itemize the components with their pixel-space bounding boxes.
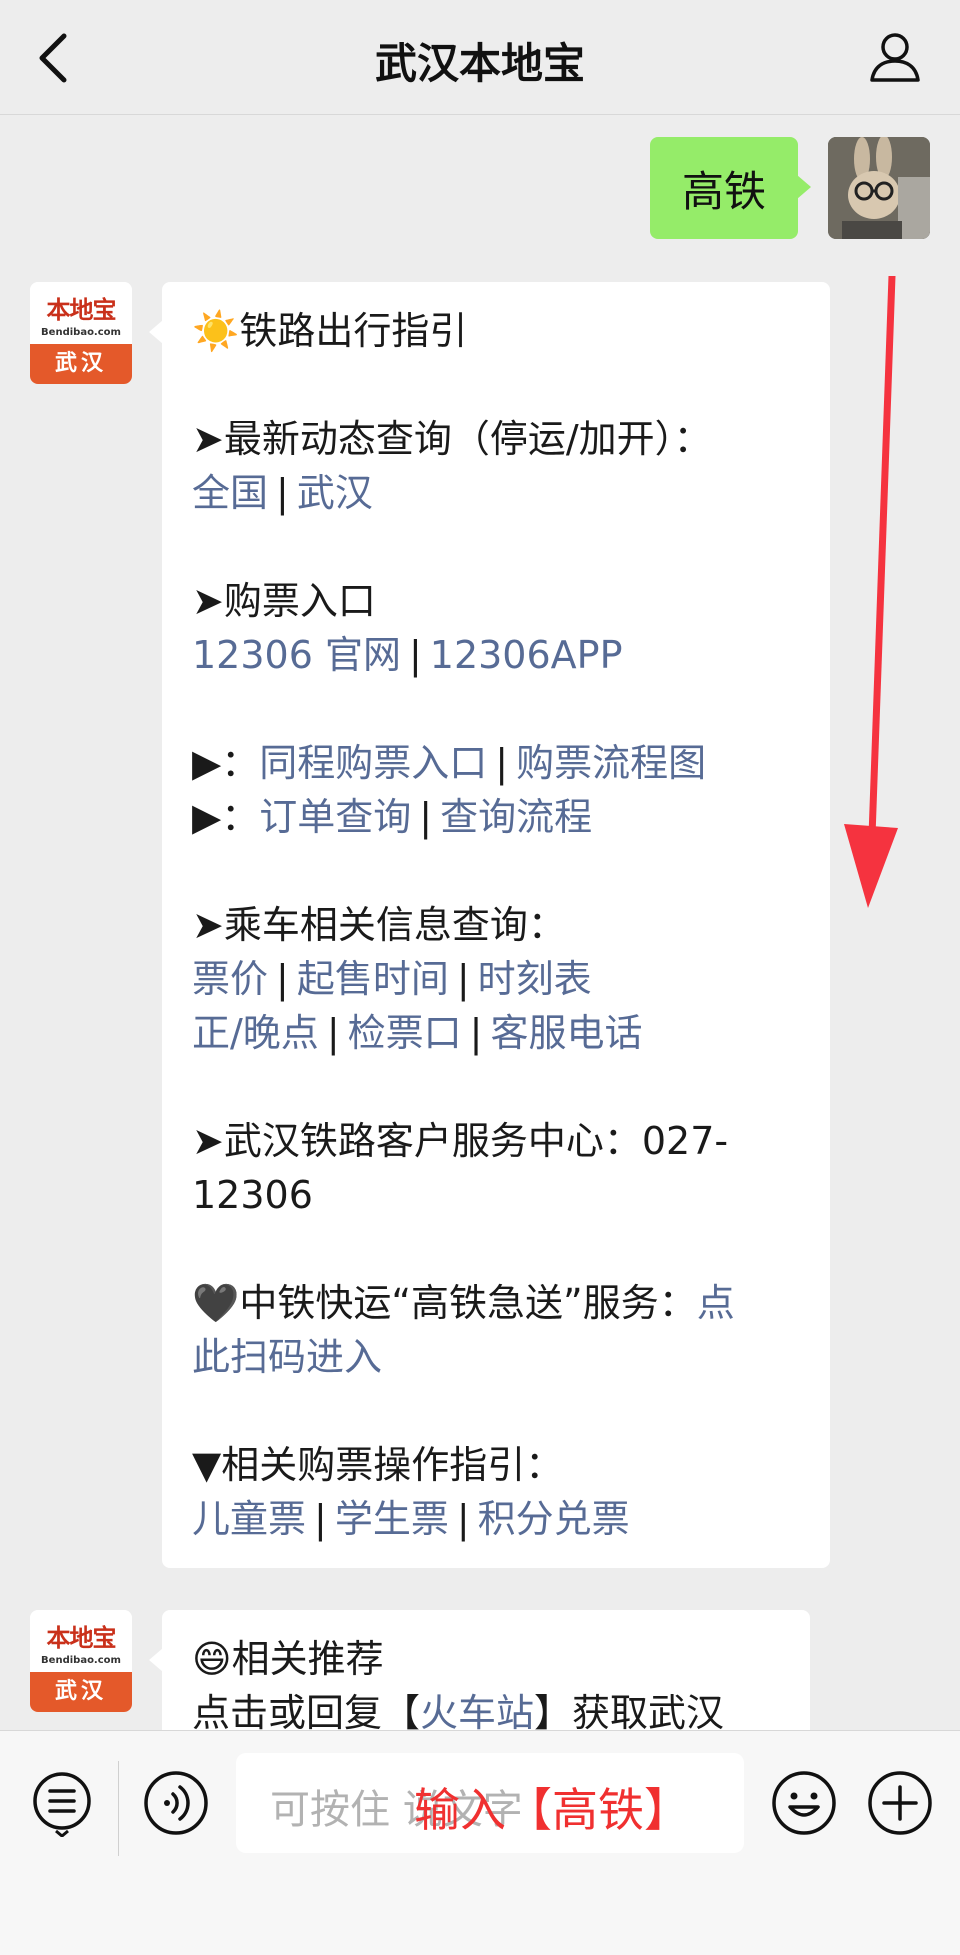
red-arrow-annotation xyxy=(844,276,898,908)
section-status-heading: ➤最新动态查询（停运/加开）： xyxy=(192,417,712,461)
link-sale-time[interactable]: 起售时间 xyxy=(297,957,449,1001)
link-scan-code-b[interactable]: 此扫码进入 xyxy=(192,1335,382,1379)
menu-list-icon[interactable] xyxy=(28,1769,96,1837)
link-12306-app[interactable]: 12306APP xyxy=(430,633,623,677)
sun-icon: ☀️ xyxy=(192,309,240,353)
voice-input-icon[interactable] xyxy=(142,1769,210,1837)
link-order-query[interactable]: 订单查询 xyxy=(259,795,411,839)
section-guide-heading: ▼相关购票操作指引： xyxy=(192,1443,564,1487)
link-points-ticket[interactable]: 积分兑票 xyxy=(478,1497,630,1541)
page-title: 武汉本地宝 xyxy=(374,39,585,88)
link-child-ticket[interactable]: 儿童票 xyxy=(192,1497,306,1541)
service-center-line-1: ➤武汉铁路客户服务中心：027- xyxy=(192,1119,729,1163)
section-ticket-links: 12306 官网 | 12306APP xyxy=(192,633,623,677)
service-center-line-2: 12306 xyxy=(192,1173,313,1217)
logo-top: 本地宝 Bendibao.com xyxy=(30,282,132,344)
emoji-icon[interactable] xyxy=(770,1769,838,1837)
logo-domain-text: Bendibao.com xyxy=(41,327,121,338)
section-info-links-1: 票价 | 起售时间 | 时刻表 xyxy=(192,957,592,1001)
bot-message-bubble-2: 😄相关推荐 点击或回复【火车站】获取武汉 xyxy=(149,1610,810,1730)
logo-domain-text-2: Bendibao.com xyxy=(41,1655,121,1666)
section-ticket-heading: ➤购票入口 xyxy=(192,579,376,623)
link-student-ticket[interactable]: 学生票 xyxy=(335,1497,449,1541)
logo-brand-text-2: 本地宝 xyxy=(46,1623,117,1652)
link-12306-website[interactable]: 12306 官网 xyxy=(192,633,401,677)
logo-city-text: 武汉 xyxy=(30,344,132,384)
link-punctuality[interactable]: 正/晚点 xyxy=(192,1011,319,1055)
link-train-station[interactable]: 火车站 xyxy=(420,1691,534,1730)
chat-area[interactable]: 高铁 本地宝 Bendibao.com 武汉 ☀️铁路出行指引 ➤最新动态查询（… xyxy=(0,116,960,1730)
section-guide-links: 儿童票 | 学生票 | 积分兑票 xyxy=(192,1497,630,1541)
instruction-overlay-text: 输入【高铁】 xyxy=(414,1783,690,1837)
section-tongcheng-links: ▶：同程购票入口 | 购票流程图 xyxy=(192,741,707,785)
my-message-text: 高铁 xyxy=(681,166,766,216)
toolbar-divider xyxy=(118,1761,119,1856)
section-info-links-2: 正/晚点 | 检票口 | 客服电话 xyxy=(192,1011,643,1055)
link-timetable[interactable]: 时刻表 xyxy=(478,957,592,1001)
bot-avatar-2[interactable]: 本地宝 Bendibao.com 武汉 xyxy=(30,1610,132,1712)
bot-message-bubble: ☀️铁路出行指引 ➤最新动态查询（停运/加开）： 全国 | 武汉 ➤购票入口 123… xyxy=(149,282,830,1568)
link-query-flow[interactable]: 查询流程 xyxy=(440,795,592,839)
bottom-input-bar: 可按住 说文字 xyxy=(0,1730,960,1955)
section-status-links: 全国 | 武汉 xyxy=(192,471,373,515)
express-service-line-1: 🖤中铁快运“高铁急送”服务：点 xyxy=(192,1281,735,1325)
recommend-line: 点击或回复【火车站】获取武汉 xyxy=(192,1686,780,1730)
link-wuhan[interactable]: 武汉 xyxy=(297,471,373,515)
link-ticket-flowchart[interactable]: 购票流程图 xyxy=(516,741,706,785)
section-order-links: ▶：订单查询 | 查询流程 xyxy=(192,795,593,839)
bot-avatar[interactable]: 本地宝 Bendibao.com 武汉 xyxy=(30,282,132,384)
add-plus-icon[interactable] xyxy=(866,1769,934,1837)
link-customer-phone[interactable]: 客服电话 xyxy=(490,1011,642,1055)
my-avatar[interactable] xyxy=(828,137,930,239)
express-service-line-2: 此扫码进入 xyxy=(192,1330,800,1384)
link-fare[interactable]: 票价 xyxy=(192,957,268,1001)
logo-city-text-2: 武汉 xyxy=(30,1672,132,1712)
link-national[interactable]: 全国 xyxy=(192,471,268,515)
logo-brand-text: 本地宝 xyxy=(46,295,117,324)
link-ticket-gate[interactable]: 检票口 xyxy=(348,1011,462,1055)
recommend-title: 😄相关推荐 xyxy=(192,1637,384,1681)
user-profile-icon[interactable] xyxy=(868,30,922,84)
link-scan-code-a[interactable]: 点 xyxy=(697,1281,735,1325)
section-info-heading: ➤乘车相关信息查询： xyxy=(192,903,566,947)
my-message-bubble[interactable]: 高铁 xyxy=(649,137,812,239)
rabbit-avatar-icon xyxy=(828,137,930,239)
grin-emoji-icon: 😄 xyxy=(192,1637,232,1681)
message-title: ☀️铁路出行指引 xyxy=(192,309,468,353)
logo-top-2: 本地宝 Bendibao.com xyxy=(30,1610,132,1672)
link-tongcheng-ticket[interactable]: 同程购票入口 xyxy=(259,741,487,785)
top-navigation-bar: 武汉本地宝 xyxy=(0,0,960,115)
